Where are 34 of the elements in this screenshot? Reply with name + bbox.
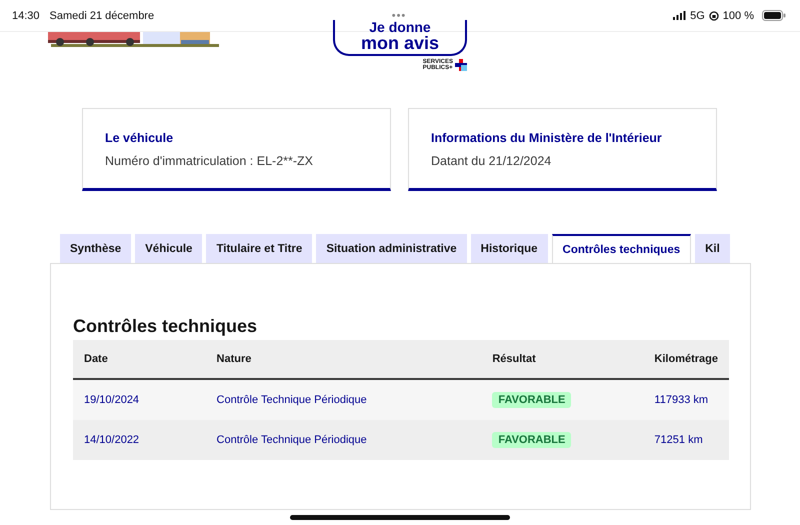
column-header: Nature: [206, 340, 482, 379]
tab[interactable]: Situation administrative: [316, 234, 467, 263]
rotation-lock-icon: [708, 10, 719, 20]
clock-time: 14:30: [12, 10, 40, 22]
tab[interactable]: Synthèse: [60, 234, 132, 263]
battery-icon: [762, 10, 786, 21]
tab[interactable]: Titulaire et Titre: [206, 234, 312, 263]
date-cell: 19/10/2024: [73, 379, 206, 420]
column-header: Kilométrage: [643, 340, 729, 379]
tab[interactable]: Kil: [695, 234, 730, 263]
section-heading: Contrôles techniques: [73, 316, 258, 337]
tab[interactable]: Historique: [470, 234, 548, 263]
card-text: Datant du 21/12/2024: [431, 154, 552, 168]
mileage-cell: 71251 km: [643, 420, 729, 460]
date-text: Samedi 21 décembre: [50, 10, 154, 22]
date-cell: 14/10/2022: [73, 420, 206, 460]
result-badge: FAVORABLE: [492, 392, 572, 408]
card-title: Informations du Ministère de l'Intérieur: [431, 131, 663, 145]
tab[interactable]: Contrôles techniques: [552, 234, 692, 263]
mileage-cell: 117933 km: [643, 379, 729, 420]
tab[interactable]: Véhicule: [135, 234, 202, 263]
card-title: Le véhicule: [105, 131, 174, 145]
signal-icon: [673, 11, 686, 20]
column-header: Résultat: [481, 340, 644, 379]
nature-cell: Contrôle Technique Périodique: [206, 420, 482, 460]
battery-percent: 100 %: [722, 10, 754, 22]
network-label: 5G: [690, 10, 705, 22]
feedback-button[interactable]: Je donne mon avis: [333, 20, 467, 56]
column-header: Date: [73, 340, 206, 379]
nature-cell: Contrôle Technique Périodique: [206, 379, 482, 420]
card-text: Numéro d'immatriculation : EL-2**-ZX: [105, 154, 314, 168]
result-badge: FAVORABLE: [492, 432, 572, 448]
multitask-dots[interactable]: •••: [392, 10, 406, 22]
cross-logo-icon: [455, 59, 467, 72]
